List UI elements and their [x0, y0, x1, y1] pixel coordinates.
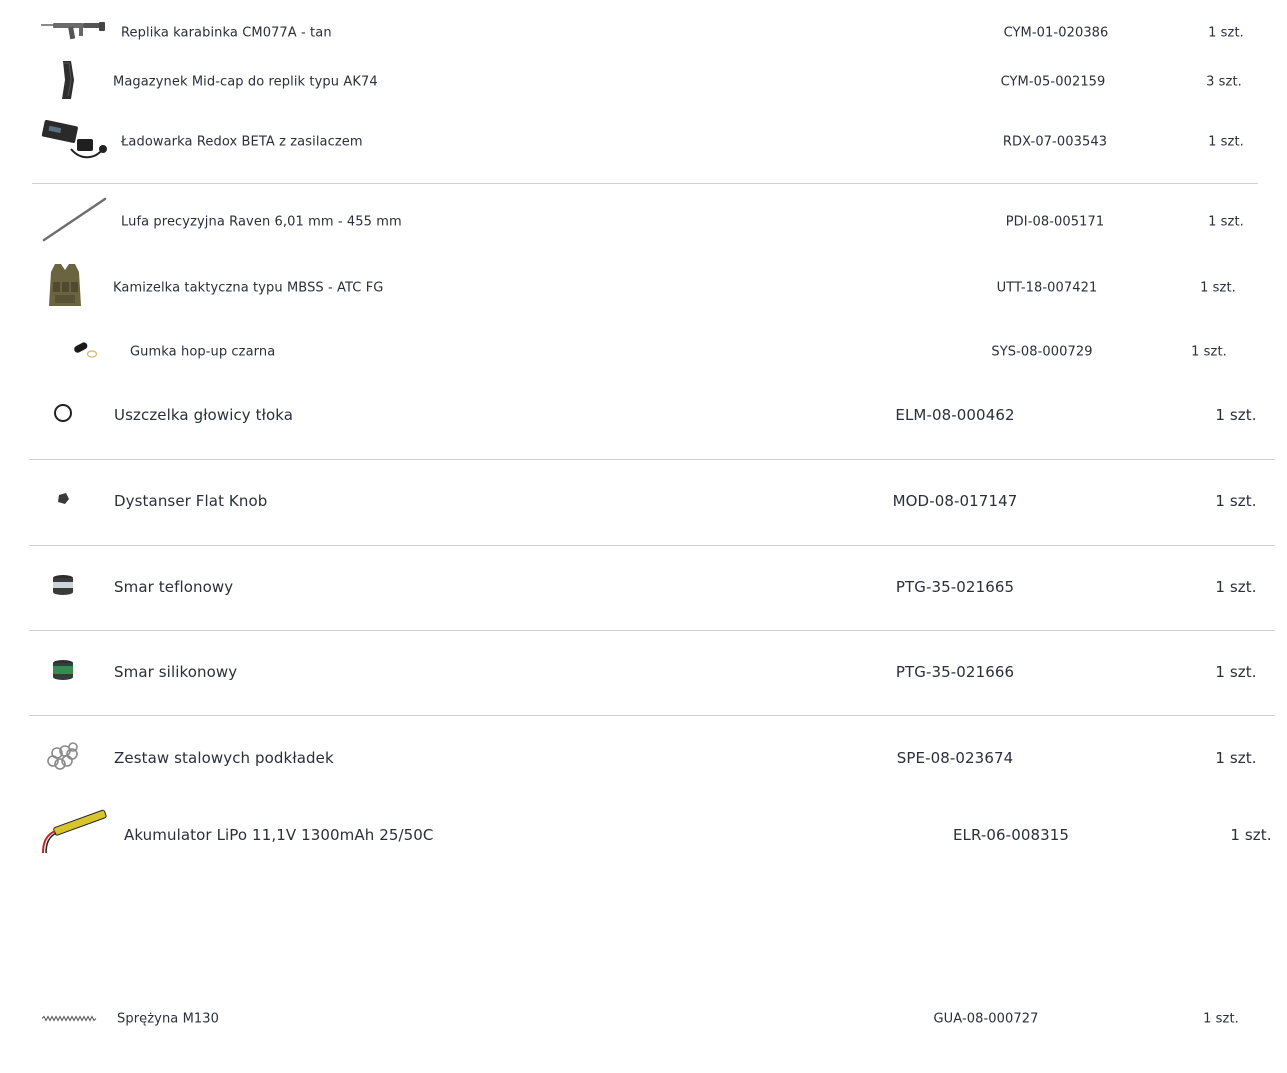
- item-name: Replika karabinka CM077A - tan: [121, 25, 332, 41]
- item-qty: 1 szt.: [1215, 749, 1257, 767]
- item-qty: 1 szt.: [1230, 826, 1272, 844]
- list-item: Smar teflonowy PTG-35-021665 1 szt.: [0, 567, 1287, 607]
- list-item: Gumka hop-up czarna SYS-08-000729 1 szt.: [0, 332, 1287, 372]
- item-name: Dystanser Flat Knob: [114, 492, 268, 510]
- rifle-icon: [41, 20, 107, 46]
- item-sku: PTG-35-021665: [895, 578, 1015, 596]
- item-name: Smar silikonowy: [114, 663, 238, 681]
- item-sku: PTG-35-021666: [895, 663, 1015, 681]
- item-sku: MOD-08-017147: [892, 492, 1018, 510]
- spacer-icon: [55, 492, 71, 510]
- item-name: Gumka hop-up czarna: [130, 344, 276, 360]
- item-name: Akumulator LiPo 11,1V 1300mAh 25/50C: [124, 826, 434, 844]
- hopup-rubber-icon: [71, 341, 99, 363]
- magazine-icon: [57, 60, 77, 104]
- item-qty: 1 szt.: [1215, 406, 1257, 424]
- item-qty: 1 szt.: [1208, 25, 1244, 41]
- item-name: Uszczelka głowicy tłoka: [114, 406, 294, 424]
- item-name: Ładowarka Redox BETA z zasilaczem: [121, 134, 363, 150]
- item-name: Zestaw stalowych podkładek: [114, 749, 334, 767]
- list-item: Lufa precyzyjna Raven 6,01 mm - 455 mm P…: [0, 197, 1287, 242]
- item-qty: 1 szt.: [1215, 492, 1257, 510]
- item-name: Lufa precyzyjna Raven 6,01 mm - 455 mm: [121, 214, 402, 230]
- barrel-icon: [42, 197, 108, 247]
- washers-icon: [45, 741, 81, 775]
- item-sku: UTT-18-007421: [996, 280, 1098, 296]
- o-ring-icon: [52, 402, 74, 428]
- item-name: Sprężyna M130: [117, 1011, 220, 1027]
- divider-3: [29, 545, 1275, 546]
- item-qty: 1 szt.: [1200, 280, 1236, 296]
- divider-4: [29, 630, 1275, 631]
- item-sku: PDI-08-005171: [1005, 214, 1105, 230]
- grease-jar-icon: [50, 572, 76, 602]
- item-qty: 1 szt.: [1208, 134, 1244, 150]
- item-qty: 3 szt.: [1206, 74, 1242, 90]
- list-item: Ładowarka Redox BETA z zasilaczem RDX-07…: [0, 119, 1287, 165]
- item-qty: 1 szt.: [1191, 344, 1227, 360]
- item-name: Smar teflonowy: [114, 578, 234, 596]
- item-sku: CYM-05-002159: [1000, 74, 1106, 90]
- item-sku: SPE-08-023674: [896, 749, 1014, 767]
- divider-1: [32, 183, 1258, 184]
- item-qty: 1 szt.: [1208, 214, 1244, 230]
- divider-2: [29, 459, 1275, 460]
- list-item: Replika karabinka CM077A - tan CYM-01-02…: [0, 13, 1287, 53]
- list-item: Dystanser Flat Knob MOD-08-017147 1 szt.: [0, 481, 1287, 521]
- item-sku: ELR-06-008315: [952, 826, 1070, 844]
- charger-icon: [41, 119, 109, 165]
- list-item: Akumulator LiPo 11,1V 1300mAh 25/50C ELR…: [0, 809, 1287, 855]
- spring-icon: [41, 1012, 97, 1027]
- item-sku: RDX-07-003543: [1002, 134, 1108, 150]
- grease-jar-green-icon: [50, 657, 76, 687]
- item-name: Kamizelka taktyczna typu MBSS - ATC FG: [113, 280, 384, 296]
- list-item: Uszczelka głowicy tłoka ELM-08-000462 1 …: [0, 395, 1287, 435]
- item-qty: 1 szt.: [1215, 663, 1257, 681]
- battery-icon: [39, 809, 109, 861]
- list-item: Kamizelka taktyczna typu MBSS - ATC FG U…: [0, 264, 1287, 308]
- item-sku: ELM-08-000462: [895, 406, 1015, 424]
- item-qty: 1 szt.: [1215, 578, 1257, 596]
- list-item: Zestaw stalowych podkładek SPE-08-023674…: [0, 738, 1287, 778]
- item-qty: 1 szt.: [1203, 1011, 1239, 1027]
- item-sku: SYS-08-000729: [991, 344, 1093, 360]
- item-sku: CYM-01-020386: [1003, 25, 1109, 41]
- list-item: Smar silikonowy PTG-35-021666 1 szt.: [0, 652, 1287, 692]
- vest-icon: [45, 262, 85, 314]
- list-item: Sprężyna M130 GUA-08-000727 1 szt.: [0, 999, 1287, 1039]
- list-item: Magazynek Mid-cap do replik typu AK74 CY…: [0, 60, 1287, 104]
- item-sku: GUA-08-000727: [933, 1011, 1039, 1027]
- item-name: Magazynek Mid-cap do replik typu AK74: [113, 74, 378, 90]
- divider-5: [29, 715, 1275, 716]
